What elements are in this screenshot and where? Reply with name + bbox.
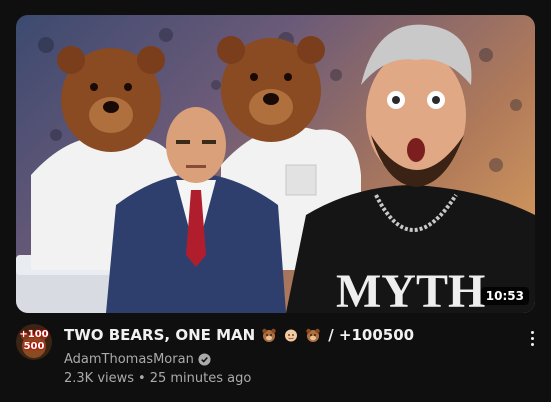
video-duration-badge: 10:53	[480, 287, 529, 305]
video-title-suffix[interactable]: / +100500	[328, 326, 414, 344]
video-meta: TWO BEARS, ONE MAN / +100500 AdamThomasM…	[64, 324, 504, 389]
separator-dot: •	[138, 371, 146, 386]
channel-row: AdamThomasMoran	[64, 350, 504, 368]
bear-face-icon	[262, 328, 276, 342]
view-count: 2.3K views	[64, 371, 135, 386]
person-face-icon	[285, 329, 298, 342]
thumbnail-myth-text: MYTH	[336, 265, 485, 313]
channel-avatar[interactable]: +100 500	[16, 324, 52, 360]
left-bear-head	[57, 46, 165, 152]
right-bear-head	[217, 36, 325, 142]
video-title-row[interactable]: TWO BEARS, ONE MAN / +100500	[64, 324, 504, 346]
channel-name[interactable]: AdamThomasMoran	[64, 352, 194, 367]
publish-time: 25 minutes ago	[149, 371, 252, 386]
verified-check-icon	[198, 352, 211, 366]
bear-face-icon	[306, 328, 320, 342]
video-thumbnail[interactable]: MYTH 10:53	[16, 15, 535, 313]
thumbnail-illustration: MYTH	[16, 24, 535, 313]
video-card[interactable]: MYTH 10:53 +100 500 TWO BEARS, ONE MAN /…	[0, 0, 551, 402]
more-options-icon[interactable]	[524, 326, 540, 350]
avatar-label: +100 500	[19, 329, 49, 352]
video-stats: 2.3K views • 25 minutes ago	[64, 371, 504, 389]
video-title[interactable]: TWO BEARS, ONE MAN	[64, 326, 255, 344]
